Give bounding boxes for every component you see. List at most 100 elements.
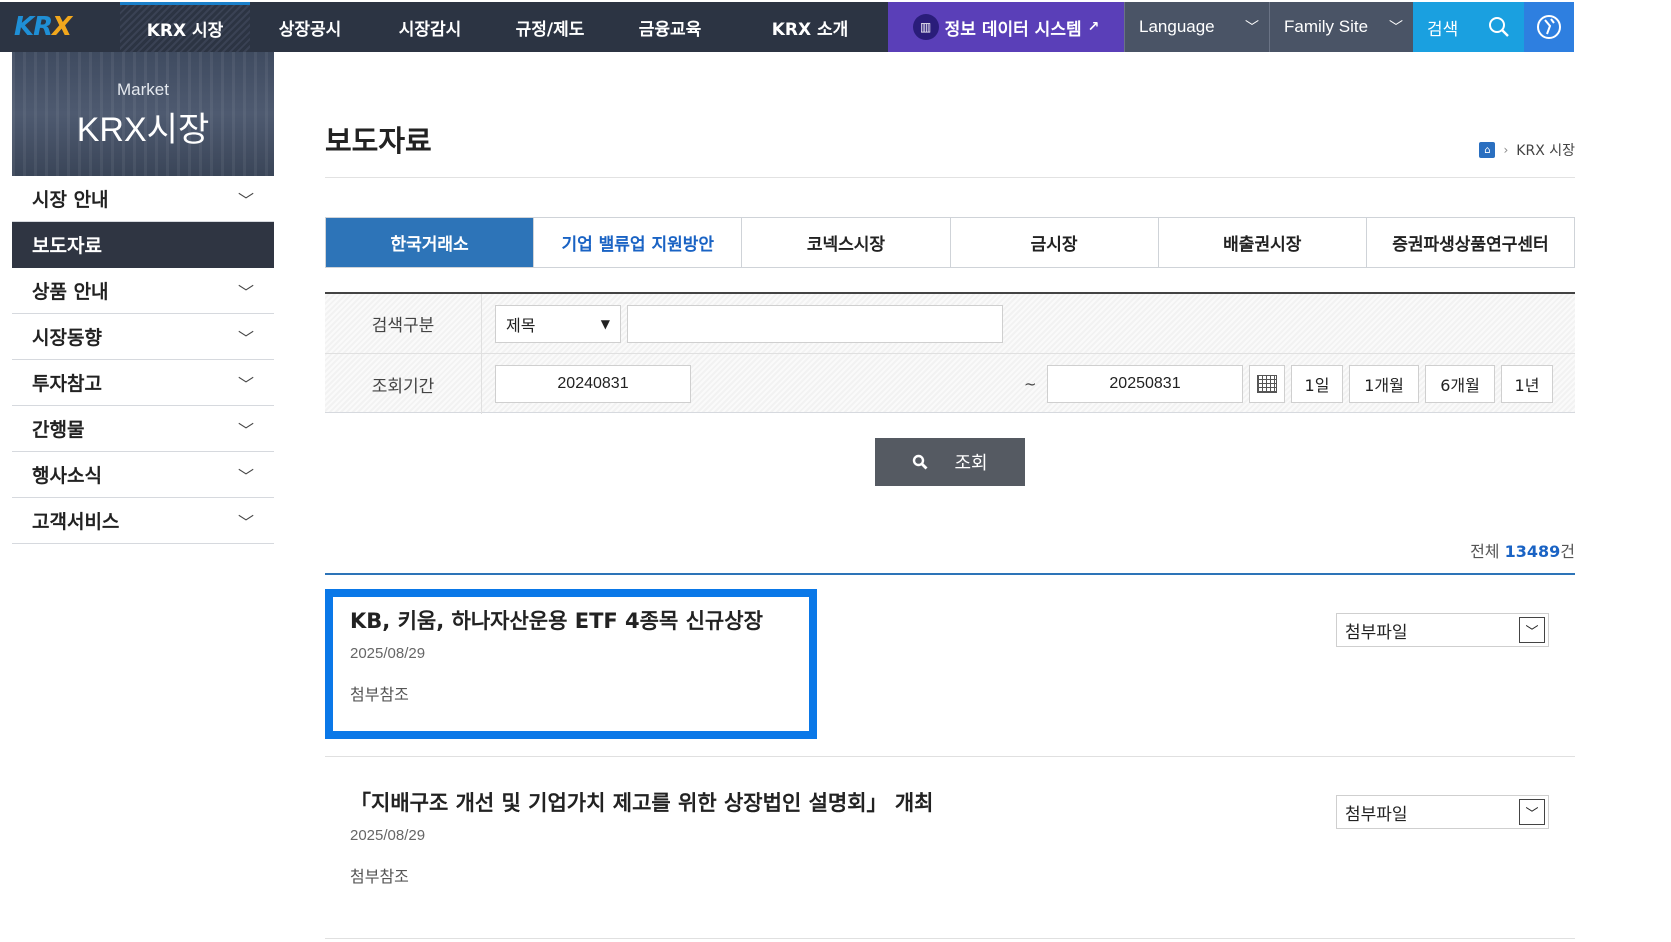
sidebar-item-label: 시장동향 <box>32 327 102 349</box>
search-form: 검색구분 제목 ▼ 조회기간 20240831 ~ 20250831 1일 1개… <box>325 292 1575 414</box>
search-period-label: 조회기간 <box>325 354 482 414</box>
sidebar-item-label: 간행물 <box>32 419 85 441</box>
page-title: 보도자료 <box>325 124 432 158</box>
tab-korea-exchange[interactable]: 한국거래소 <box>326 218 534 267</box>
tab-gold-market[interactable]: 금시장 <box>949 218 1158 267</box>
home-icon[interactable]: ⌂ <box>1479 142 1496 158</box>
item-title[interactable]: KB, 키움, 하나자산운용 ETF 4종목 신규상장 <box>350 605 763 635</box>
query-button-label: 조회 <box>954 453 988 474</box>
nav-listing-disclosure[interactable]: 상장공시 <box>250 2 370 52</box>
total-count: 전체 13489건 <box>1470 538 1575 562</box>
attachment-select[interactable]: 첨부파일 ﹀ <box>1336 795 1549 829</box>
top-navigation: KRX KRX 시장 상장공시 시장감시 규정/제도 금융교육 KRX 소개 ▥… <box>0 0 1671 52</box>
krx-logo[interactable]: KRX <box>14 2 124 52</box>
tab-konex[interactable]: 코넥스시장 <box>741 218 950 267</box>
family-site-select[interactable]: Family Site ﹀ <box>1269 2 1413 52</box>
item-description: 첨부참조 <box>350 685 409 704</box>
sidebar-item-label: 고객서비스 <box>32 511 120 533</box>
search-button[interactable]: 검색 <box>1413 2 1524 52</box>
data-system-label: 정보 데이터 시스템 <box>944 19 1082 40</box>
banner-title: KRX시장 <box>76 111 210 149</box>
period-6month-button[interactable]: 6개월 <box>1425 365 1495 403</box>
nav-financial-education[interactable]: 금융교육 <box>610 2 730 52</box>
sidebar-item-label: 보도자료 <box>32 235 102 257</box>
external-link-icon: ↗ <box>1087 19 1100 35</box>
item-date: 2025/08/29 <box>350 827 426 844</box>
family-site-label: Family Site <box>1284 17 1369 36</box>
search-label: 검색 <box>1427 19 1459 40</box>
period-1year-button[interactable]: 1년 <box>1501 365 1553 403</box>
chevron-right-icon: › <box>1503 143 1509 157</box>
sidebar-item-investment-reference[interactable]: 투자참고 ﹀ <box>12 360 274 406</box>
tab-research-center[interactable]: 증권파생상품연구센터 <box>1365 218 1575 267</box>
search-category-label: 검색구분 <box>325 294 482 353</box>
sidebar-item-market-guide[interactable]: 시장 안내 ﹀ <box>12 176 274 222</box>
search-icon <box>913 454 928 470</box>
banner-subtitle: Market <box>117 80 169 99</box>
nav-krx-about[interactable]: KRX 소개 <box>730 2 890 52</box>
sidebar-item-press-release[interactable]: 보도자료 <box>12 222 274 268</box>
period-1day-button[interactable]: 1일 <box>1291 365 1343 403</box>
chevron-down-icon: ﹀ <box>237 374 254 394</box>
sidebar-banner: Market KRX시장 <box>12 52 274 176</box>
search-keyword-input[interactable] <box>627 304 1003 343</box>
nav-krx-market[interactable]: KRX 시장 <box>120 2 250 52</box>
chevron-down-icon: ▼ <box>600 316 610 331</box>
sidebar-item-events[interactable]: 행사소식 ﹀ <box>12 452 274 498</box>
search-category-value: 제목 <box>506 315 536 335</box>
sidebar-item-product-guide[interactable]: 상품 안내 ﹀ <box>12 268 274 314</box>
total-suffix: 건 <box>1560 542 1575 561</box>
chart-icon: ▥ <box>912 14 939 40</box>
chevron-down-icon: ﹀ <box>237 466 254 486</box>
sidebar-item-market-trend[interactable]: 시장동향 ﹀ <box>12 314 274 360</box>
search-icon <box>1489 17 1509 37</box>
list-item: KB, 키움, 하나자산운용 ETF 4종목 신규상장 2025/08/29 첨… <box>325 575 1575 757</box>
item-date: 2025/08/29 <box>350 645 426 662</box>
search-category-select[interactable]: 제목 ▼ <box>495 304 621 343</box>
nav-data-system[interactable]: ▥ 정보 데이터 시스템 ↗ <box>888 2 1124 52</box>
chevron-down-icon: ﹀ <box>237 512 254 532</box>
sidebar-item-customer-service[interactable]: 고객서비스 ﹀ <box>12 498 274 544</box>
chevron-down-icon: ﹀ <box>1519 799 1545 825</box>
language-select[interactable]: Language ﹀ <box>1124 2 1269 52</box>
krx-logo-text: KRX <box>14 12 72 42</box>
query-button[interactable]: 조회 <box>875 438 1025 486</box>
chevron-down-icon: ﹀ <box>237 328 254 348</box>
list-item: 「지배구조 개선 및 기업가치 제고를 위한 상장법인 설명회」 개최 2025… <box>325 757 1575 939</box>
sidebar-item-label: 행사소식 <box>32 465 102 487</box>
chevron-down-icon: ﹀ <box>1389 19 1403 35</box>
date-from-input[interactable]: 20240831 <box>495 365 691 403</box>
total-number: 13489 <box>1504 542 1561 561</box>
item-description: 첨부참조 <box>350 867 409 886</box>
chevron-down-icon: ﹀ <box>237 190 254 210</box>
date-to-input[interactable]: 20250831 <box>1047 365 1243 403</box>
breadcrumb: ⌂ › KRX 시장 <box>1479 140 1575 160</box>
category-tabs: 한국거래소 기업 밸류업 지원방안 코넥스시장 금시장 배출권시장 증권파생상품… <box>325 217 1575 268</box>
chevron-down-icon: ﹀ <box>237 282 254 302</box>
chevron-down-icon: ﹀ <box>237 420 254 440</box>
tab-value-up[interactable]: 기업 밸류업 지원방안 <box>533 218 742 267</box>
period-1month-button[interactable]: 1개월 <box>1349 365 1419 403</box>
nav-market-surveillance[interactable]: 시장감시 <box>370 2 490 52</box>
globe-button[interactable] <box>1524 2 1574 52</box>
calendar-button[interactable] <box>1249 365 1285 403</box>
breadcrumb-current[interactable]: KRX 시장 <box>1516 140 1575 160</box>
total-prefix: 전체 <box>1470 542 1505 561</box>
sidebar-item-label: 투자참고 <box>32 373 102 395</box>
search-row-category: 검색구분 제목 ▼ <box>325 294 1575 354</box>
sidebar-item-publications[interactable]: 간행물 ﹀ <box>12 406 274 452</box>
tab-emission-market[interactable]: 배출권시장 <box>1157 218 1366 267</box>
globe-icon <box>1537 15 1561 39</box>
attachment-label: 첨부파일 <box>1345 804 1408 825</box>
chevron-down-icon: ﹀ <box>1519 617 1545 643</box>
sidebar-item-label: 상품 안내 <box>32 281 109 303</box>
sidebar-item-label: 시장 안내 <box>32 189 109 211</box>
sidebar-menu: 시장 안내 ﹀ 보도자료 상품 안내 ﹀ 시장동향 ﹀ 투자참고 ﹀ 간행물 ﹀… <box>12 176 274 544</box>
divider <box>325 177 1575 178</box>
attachment-select[interactable]: 첨부파일 ﹀ <box>1336 613 1549 647</box>
top-navigation-bar: KRX KRX 시장 상장공시 시장감시 규정/제도 금융교육 KRX 소개 ▥… <box>0 2 1574 52</box>
nav-regulations[interactable]: 규정/제도 <box>490 2 610 52</box>
chevron-down-icon: ﹀ <box>1245 19 1259 35</box>
attachment-label: 첨부파일 <box>1345 622 1408 643</box>
item-title[interactable]: 「지배구조 개선 및 기업가치 제고를 위한 상장법인 설명회」 개최 <box>350 787 934 817</box>
